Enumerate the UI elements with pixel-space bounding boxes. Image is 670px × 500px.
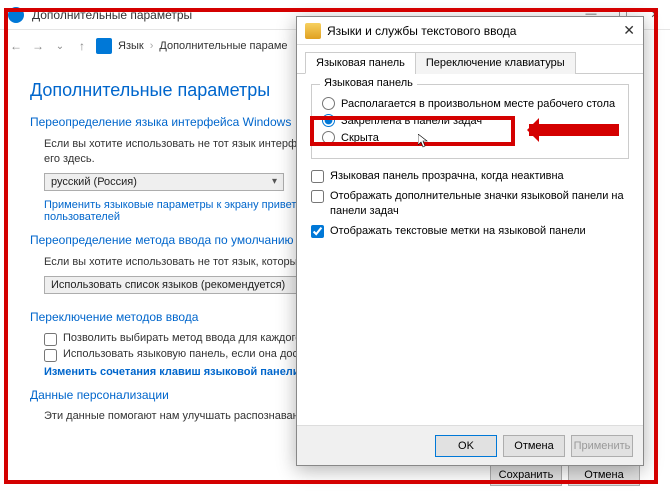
language-bar-group: Языковая панель Располагается в произвол…: [311, 84, 629, 159]
breadcrumb-item[interactable]: Язык: [118, 40, 144, 52]
apply-button[interactable]: Применить: [571, 435, 633, 457]
dialog-title: Языки и службы текстового ввода: [327, 24, 623, 38]
text-services-dialog: Языки и службы текстового ввода ✕ Языков…: [296, 16, 644, 466]
group-title: Языковая панель: [320, 77, 417, 89]
extra-icons-checkbox[interactable]: Отображать дополнительные значки языково…: [311, 189, 629, 218]
radio-taskbar[interactable]: Закреплена в панели задач: [322, 114, 618, 127]
save-button[interactable]: Сохранить: [490, 464, 562, 486]
radio-input[interactable]: [322, 114, 335, 127]
checkbox-label: Языковая панель прозрачна, когда неактив…: [330, 169, 564, 183]
page-button-bar: Сохранить Отмена: [490, 464, 640, 486]
dialog-icon: [305, 23, 321, 39]
breadcrumb-item[interactable]: Дополнительные параме: [159, 40, 287, 52]
dialog-close-button[interactable]: ✕: [623, 22, 635, 39]
cancel-button[interactable]: Отмена: [503, 435, 565, 457]
text-labels-checkbox[interactable]: Отображать текстовые метки на языковой п…: [311, 224, 629, 238]
checkbox-input[interactable]: [44, 333, 57, 346]
radio-input[interactable]: [322, 97, 335, 110]
radio-label: Скрыта: [341, 132, 379, 144]
tab-strip: Языковая панель Переключение клавиатуры: [297, 45, 643, 74]
nav-up-icon[interactable]: ↑: [74, 39, 90, 53]
radio-label: Располагается в произвольном месте рабоч…: [341, 98, 615, 110]
radio-hidden[interactable]: Скрыта: [322, 131, 618, 144]
app-icon: [8, 7, 24, 23]
dialog-button-bar: OK Отмена Применить: [297, 425, 643, 465]
radio-input[interactable]: [322, 131, 335, 144]
breadcrumb-sep: ›: [150, 40, 154, 52]
ui-language-combo[interactable]: русский (Россия): [44, 173, 284, 191]
chevron-down-icon[interactable]: ⌄: [52, 41, 68, 52]
nav-forward-icon[interactable]: →: [30, 39, 46, 53]
transparent-checkbox[interactable]: Языковая панель прозрачна, когда неактив…: [311, 169, 629, 183]
checkbox-input[interactable]: [44, 349, 57, 362]
checkbox-label: Использовать языковую панель, если она д…: [63, 348, 327, 360]
radio-floating[interactable]: Располагается в произвольном месте рабоч…: [322, 97, 618, 110]
close-button[interactable]: ✕: [648, 8, 662, 21]
cancel-button[interactable]: Отмена: [568, 464, 640, 486]
combo-value: Использовать список языков (рекомендуетс…: [51, 279, 285, 291]
tab-keyboard-switch[interactable]: Переключение клавиатуры: [415, 52, 576, 74]
radio-label: Закреплена в панели задач: [341, 115, 482, 127]
ok-button[interactable]: OK: [435, 435, 497, 457]
tab-language-bar[interactable]: Языковая панель: [305, 52, 416, 74]
checkbox-input[interactable]: [311, 170, 324, 183]
dialog-titlebar: Языки и службы текстового ввода ✕: [297, 17, 643, 45]
combo-value: русский (Россия): [51, 176, 137, 188]
checkbox-input[interactable]: [311, 190, 324, 203]
nav-back-icon[interactable]: ←: [8, 39, 24, 53]
dialog-body: Языковая панель Располагается в произвол…: [297, 74, 643, 425]
checkbox-label: Отображать текстовые метки на языковой п…: [330, 224, 586, 238]
checkbox-input[interactable]: [311, 225, 324, 238]
control-panel-icon: [96, 38, 112, 54]
checkbox-label: Отображать дополнительные значки языково…: [330, 189, 629, 218]
input-method-combo[interactable]: Использовать список языков (рекомендуетс…: [44, 276, 314, 294]
